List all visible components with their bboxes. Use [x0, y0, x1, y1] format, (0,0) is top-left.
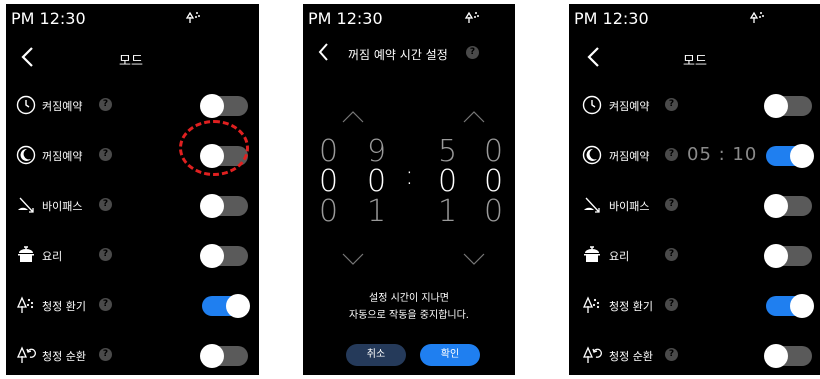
mode-label: 청정 환기: [42, 300, 86, 313]
cooking-toggle[interactable]: [200, 244, 248, 268]
status-time: PM 12:30: [574, 9, 649, 28]
status-time: PM 12:30: [308, 9, 383, 28]
mode-row-bypass: 바이패스 ?: [6, 191, 259, 221]
mode-label: 꺼짐예약: [42, 150, 83, 163]
fresh-ventilation-toggle[interactable]: [766, 294, 814, 318]
mode-label: 청정 환기: [609, 300, 653, 313]
hour-next-tens: 0: [319, 194, 339, 229]
help-icon[interactable]: ?: [665, 148, 678, 161]
scheduled-off-time: 05 : 10: [687, 144, 758, 165]
help-icon[interactable]: ?: [665, 198, 678, 211]
info-message-line1: 설정 시간이 지나면: [369, 293, 449, 304]
mode-row-on-timer: 켜짐예약 ?: [6, 91, 259, 121]
help-icon[interactable]: ?: [665, 98, 678, 111]
fresh-ventilation-icon: [582, 295, 602, 315]
info-message-line2: 자동으로 작동을 중지합니다.: [349, 310, 469, 321]
bypass-icon: [16, 195, 36, 215]
help-icon[interactable]: ?: [466, 46, 479, 59]
mode-row-air-circulation: 청정 순환 ?: [569, 341, 820, 371]
fresh-ventilation-toggle[interactable]: [202, 294, 250, 318]
back-button[interactable]: [20, 46, 34, 72]
help-icon[interactable]: ?: [99, 98, 112, 111]
mode-label: 청정 순환: [609, 350, 653, 363]
air-circulation-toggle[interactable]: [200, 344, 248, 368]
air-circulation-icon: [582, 345, 602, 365]
mode-label: 요리: [609, 250, 630, 263]
mode-label: 켜짐예약: [609, 100, 650, 113]
confirm-button[interactable]: 확인: [420, 344, 480, 366]
time-colon: :: [405, 161, 414, 191]
minute-next-ones: 0: [484, 194, 504, 229]
bypass-toggle[interactable]: [764, 194, 812, 218]
page-title: 모드: [683, 54, 707, 69]
mode-label: 켜짐예약: [42, 100, 83, 113]
cooking-pot-icon: [16, 245, 36, 265]
mode-row-bypass: 바이패스 ?: [569, 191, 820, 221]
cancel-button[interactable]: 취소: [346, 344, 406, 366]
help-icon[interactable]: ?: [665, 298, 678, 311]
mode-label: 요리: [42, 250, 63, 263]
page-title: 모드: [119, 54, 143, 69]
minute-next-tens: 1: [438, 194, 458, 229]
hour-next-ones: 1: [367, 194, 387, 229]
off-timer-toggle[interactable]: [766, 144, 814, 168]
mode-screen-updated: PM 12:30 모드 켜짐예약 ? 꺼짐예약 ? 05 : 10 바이패스 ?…: [569, 4, 820, 375]
fresh-air-status-icon: [185, 8, 203, 30]
hour-down-chevron-icon[interactable]: [342, 250, 364, 269]
bypass-toggle[interactable]: [200, 194, 248, 218]
help-icon[interactable]: ?: [99, 298, 112, 311]
mode-row-on-timer: 켜짐예약 ?: [569, 91, 820, 121]
fresh-air-status-icon: [464, 8, 482, 30]
mode-row-cooking: 요리 ?: [569, 241, 820, 271]
air-circulation-toggle[interactable]: [764, 344, 812, 368]
moon-icon: [16, 145, 36, 165]
mode-label: 청정 순환: [42, 350, 86, 363]
help-icon[interactable]: ?: [665, 248, 678, 261]
minute-up-chevron-icon[interactable]: [463, 108, 485, 127]
minute-down-chevron-icon[interactable]: [463, 250, 485, 269]
air-circulation-icon: [16, 345, 36, 365]
help-icon[interactable]: ?: [99, 148, 112, 161]
mode-label: 바이패스: [42, 200, 83, 213]
on-timer-toggle[interactable]: [200, 94, 248, 118]
mode-row-fresh-ventilation: 청정 환기 ?: [569, 291, 820, 321]
help-icon[interactable]: ?: [99, 198, 112, 211]
clock-icon: [16, 95, 36, 115]
page-title: 꺼짐 예약 시간 설정: [348, 48, 448, 62]
mode-row-off-timer: 꺼짐예약 ? 05 : 10: [569, 141, 820, 171]
cooking-toggle[interactable]: [764, 244, 812, 268]
mode-label: 꺼짐예약: [609, 150, 650, 163]
help-icon[interactable]: ?: [665, 348, 678, 361]
back-button[interactable]: [317, 42, 329, 66]
help-icon[interactable]: ?: [99, 248, 112, 261]
highlight-circle: [179, 120, 249, 176]
help-icon[interactable]: ?: [99, 348, 112, 361]
moon-icon: [582, 145, 602, 165]
bypass-icon: [582, 195, 602, 215]
status-time: PM 12:30: [11, 9, 86, 28]
fresh-ventilation-icon: [16, 295, 36, 315]
mode-screen: PM 12:30 모드 켜짐예약 ? 꺼짐예약 ? 바이패스 ? 요리 ? 청정…: [6, 4, 259, 375]
hour-up-chevron-icon[interactable]: [342, 108, 364, 127]
on-timer-toggle[interactable]: [764, 94, 812, 118]
cooking-pot-icon: [582, 245, 602, 265]
clock-icon: [582, 95, 602, 115]
back-button[interactable]: [586, 46, 600, 72]
mode-row-air-circulation: 청정 순환 ?: [6, 341, 259, 371]
off-timer-setting-screen: PM 12:30 꺼짐 예약 시간 설정 ? 0 9 0 0 0 1 : 5 0…: [303, 4, 515, 375]
mode-label: 바이패스: [609, 200, 650, 213]
fresh-air-status-icon: [749, 8, 767, 30]
mode-row-cooking: 요리 ?: [6, 241, 259, 271]
mode-row-fresh-ventilation: 청정 환기 ?: [6, 291, 259, 321]
